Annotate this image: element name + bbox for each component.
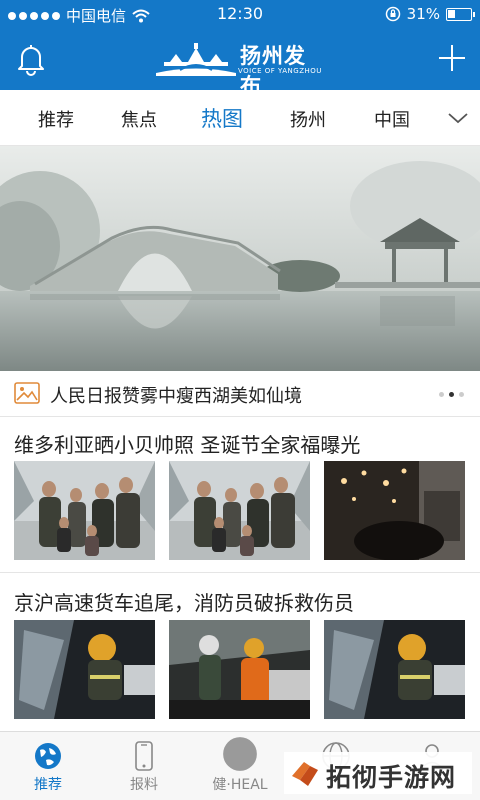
app-subtitle: VOICE OF YANGZHOU	[238, 67, 322, 75]
hero-image-misty-lake	[0, 146, 480, 371]
article-thumbnails	[14, 620, 465, 719]
thumbnail-firefighter-rescue[interactable]	[14, 620, 155, 719]
nav-recommend[interactable]: 推荐	[0, 732, 96, 800]
article-card[interactable]: 京沪高速货车追尾，消防员破拆救伤员	[0, 573, 480, 731]
thumbnail-firefighter-rescue[interactable]	[169, 620, 310, 719]
carousel-dot	[459, 392, 464, 397]
nav-health[interactable]: 健·HEAL	[192, 732, 288, 800]
tab-yangzhou[interactable]: 扬州	[290, 106, 326, 132]
tab-hot-pictures[interactable]: 热图	[201, 103, 243, 133]
nav-report[interactable]: 报料	[96, 732, 192, 800]
article-title: 京沪高速货车追尾，消防员破拆救伤员	[14, 591, 354, 615]
globe-icon	[35, 743, 61, 769]
nav-label: 推荐	[34, 777, 62, 793]
app-header: 扬州发布 VOICE OF YANGZHOU	[0, 28, 480, 98]
thumbnail-firefighter-rescue[interactable]	[324, 620, 465, 719]
tabs-fade	[404, 90, 444, 145]
tab-focus[interactable]: 焦点	[121, 106, 157, 132]
nav-label: 健·HEAL	[212, 777, 268, 793]
image-icon	[14, 382, 40, 404]
carousel-dot-active	[449, 392, 454, 397]
watermark-text: 拓彻手游网	[326, 763, 457, 792]
add-icon[interactable]	[434, 40, 470, 76]
battery-icon	[446, 7, 475, 21]
health-circle-icon	[223, 737, 257, 771]
thumbnail-family-photo[interactable]	[14, 461, 155, 560]
status-right: 31%	[385, 5, 475, 23]
site-watermark: 拓彻手游网	[284, 752, 472, 794]
chevron-down-icon[interactable]	[446, 106, 470, 130]
article-card[interactable]: 维多利亚晒小贝帅照 圣诞节全家福曝光	[0, 417, 480, 572]
rotation-lock-icon	[385, 6, 400, 22]
hero-caption: 人民日报赞雾中瘦西湖美如仙境	[50, 386, 302, 407]
thumbnail-family-photo[interactable]	[169, 461, 310, 560]
article-title: 维多利亚晒小贝帅照 圣诞节全家福曝光	[14, 433, 361, 457]
hero-banner[interactable]	[0, 146, 480, 371]
tab-recommend[interactable]: 推荐	[38, 106, 74, 132]
article-thumbnails	[14, 461, 465, 560]
channel-tabs: 推荐 焦点 热图 扬州 中国	[0, 90, 480, 146]
carousel-indicator	[439, 392, 464, 397]
bell-icon[interactable]	[14, 42, 48, 76]
carousel-dot	[439, 392, 444, 397]
pavilion-logo-icon	[156, 43, 236, 76]
app-logo: 扬州发布 VOICE OF YANGZHOU	[156, 40, 326, 98]
watermark-logo-icon	[292, 762, 318, 786]
nav-label: 报料	[130, 777, 158, 793]
phone-icon	[135, 741, 153, 771]
thumbnail-night-lights[interactable]	[324, 461, 465, 560]
status-bar: 中国电信 12:30 31%	[0, 0, 480, 28]
battery-percent: 31%	[406, 5, 440, 23]
hero-caption-row[interactable]: 人民日报赞雾中瘦西湖美如仙境	[0, 372, 480, 416]
